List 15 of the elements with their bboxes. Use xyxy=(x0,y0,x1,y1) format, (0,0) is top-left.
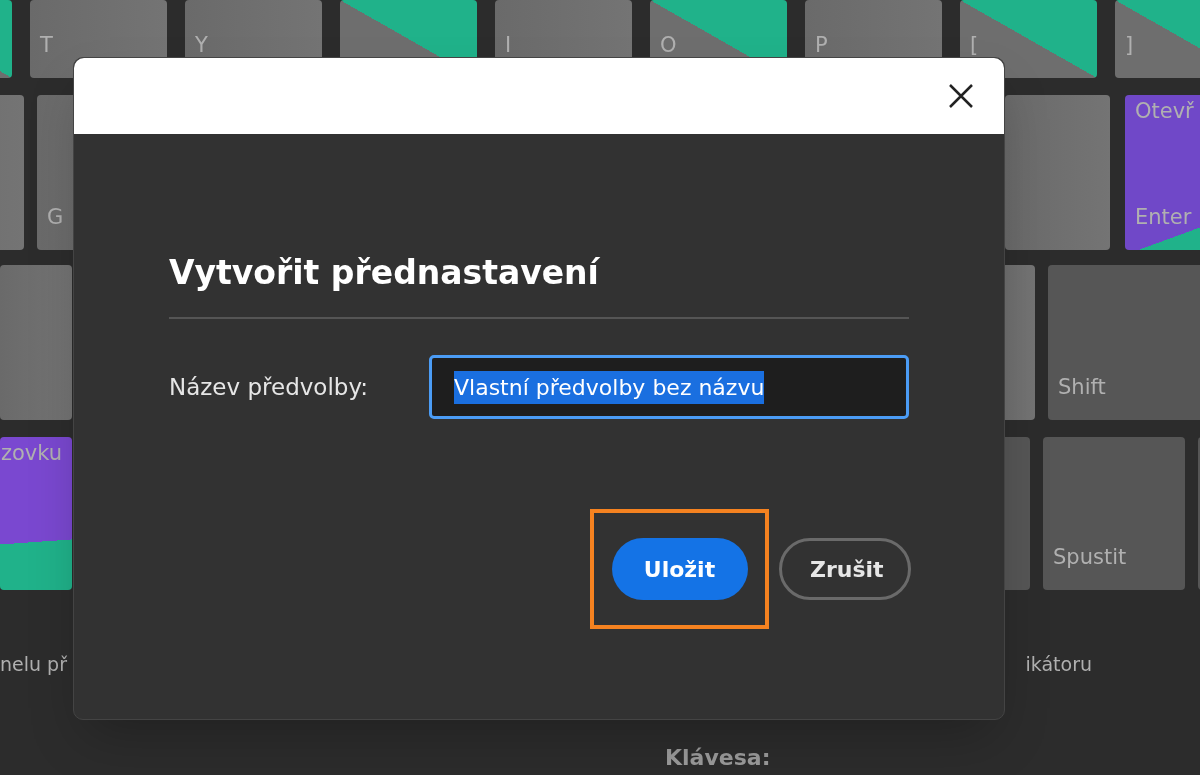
keyboard-key[interactable]: zovku xyxy=(0,437,72,590)
key-caption: Klávesa: xyxy=(665,743,772,772)
cancel-button[interactable]: Zrušit xyxy=(779,538,911,601)
keyboard-key[interactable]: [ xyxy=(960,0,1097,78)
shortcut-label: ikátoru xyxy=(1025,652,1092,677)
keyboard-key[interactable]: ] xyxy=(1115,0,1200,78)
keyboard-key[interactable]: Shift xyxy=(1048,265,1200,420)
close-icon xyxy=(948,83,974,109)
save-button[interactable]: Uložit xyxy=(611,538,748,601)
preset-name-field[interactable]: Vlastní předvolby bez názvu xyxy=(429,355,909,420)
keyboard-key[interactable]: Spustit xyxy=(1043,437,1185,590)
dialog-title: Vytvořit přednastavení xyxy=(169,252,601,294)
keyboard-key[interactable]: Otevř Enter xyxy=(1125,95,1200,250)
shortcut-label: nelu př xyxy=(0,652,67,677)
field-label: Název předvolby: xyxy=(169,373,369,402)
